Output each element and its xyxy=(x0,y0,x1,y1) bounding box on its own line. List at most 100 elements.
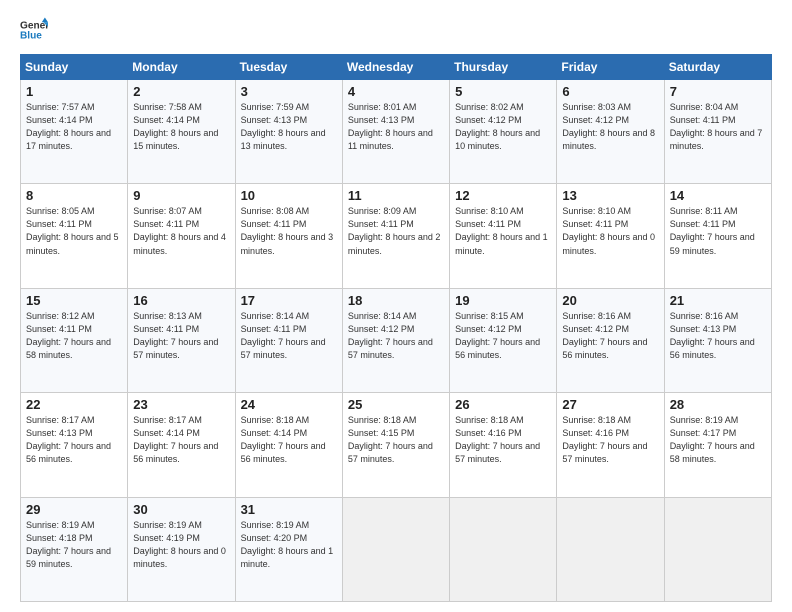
empty-cell xyxy=(450,497,557,601)
sunset-label: Sunset: 4:11 PM xyxy=(670,219,736,229)
sunrise-label: Sunrise: 8:02 AM xyxy=(455,102,524,112)
day-number: 22 xyxy=(26,397,122,412)
day-number: 31 xyxy=(241,502,337,517)
daylight-label: Daylight: 8 hours and 11 minutes. xyxy=(348,128,433,151)
day-number: 23 xyxy=(133,397,229,412)
sunset-label: Sunset: 4:11 PM xyxy=(26,324,92,334)
sunset-label: Sunset: 4:11 PM xyxy=(241,324,307,334)
col-header-friday: Friday xyxy=(557,55,664,80)
daylight-label: Daylight: 7 hours and 58 minutes. xyxy=(26,337,111,360)
day-cell-30: 30 Sunrise: 8:19 AM Sunset: 4:19 PM Dayl… xyxy=(128,497,235,601)
sunset-label: Sunset: 4:11 PM xyxy=(455,219,521,229)
sunset-label: Sunset: 4:16 PM xyxy=(455,428,522,438)
sunset-label: Sunset: 4:13 PM xyxy=(241,115,308,125)
day-info: Sunrise: 8:16 AM Sunset: 4:13 PM Dayligh… xyxy=(670,310,766,362)
daylight-label: Daylight: 7 hours and 58 minutes. xyxy=(670,441,755,464)
sunset-label: Sunset: 4:17 PM xyxy=(670,428,737,438)
sunrise-label: Sunrise: 8:05 AM xyxy=(26,206,95,216)
logo: General Blue xyxy=(20,16,48,44)
daylight-label: Daylight: 7 hours and 57 minutes. xyxy=(348,337,433,360)
sunset-label: Sunset: 4:11 PM xyxy=(133,219,199,229)
day-number: 1 xyxy=(26,84,122,99)
daylight-label: Daylight: 8 hours and 1 minute. xyxy=(241,546,334,569)
day-info: Sunrise: 8:18 AM Sunset: 4:16 PM Dayligh… xyxy=(562,414,658,466)
day-number: 6 xyxy=(562,84,658,99)
empty-cell xyxy=(557,497,664,601)
day-info: Sunrise: 8:07 AM Sunset: 4:11 PM Dayligh… xyxy=(133,205,229,257)
day-number: 21 xyxy=(670,293,766,308)
day-number: 30 xyxy=(133,502,229,517)
sunset-label: Sunset: 4:14 PM xyxy=(133,428,200,438)
sunset-label: Sunset: 4:13 PM xyxy=(670,324,737,334)
daylight-label: Daylight: 7 hours and 56 minutes. xyxy=(670,337,755,360)
sunset-label: Sunset: 4:11 PM xyxy=(348,219,414,229)
day-cell-10: 10 Sunrise: 8:08 AM Sunset: 4:11 PM Dayl… xyxy=(235,184,342,288)
day-cell-24: 24 Sunrise: 8:18 AM Sunset: 4:14 PM Dayl… xyxy=(235,393,342,497)
sunset-label: Sunset: 4:13 PM xyxy=(348,115,415,125)
day-info: Sunrise: 8:05 AM Sunset: 4:11 PM Dayligh… xyxy=(26,205,122,257)
daylight-label: Daylight: 8 hours and 4 minutes. xyxy=(133,232,226,255)
day-cell-5: 5 Sunrise: 8:02 AM Sunset: 4:12 PM Dayli… xyxy=(450,80,557,184)
sunrise-label: Sunrise: 8:04 AM xyxy=(670,102,739,112)
sunset-label: Sunset: 4:13 PM xyxy=(26,428,93,438)
day-number: 27 xyxy=(562,397,658,412)
sunrise-label: Sunrise: 8:01 AM xyxy=(348,102,417,112)
sunrise-label: Sunrise: 8:12 AM xyxy=(26,311,95,321)
sunrise-label: Sunrise: 8:18 AM xyxy=(455,415,524,425)
day-number: 14 xyxy=(670,188,766,203)
day-number: 25 xyxy=(348,397,444,412)
day-number: 13 xyxy=(562,188,658,203)
day-number: 9 xyxy=(133,188,229,203)
daylight-label: Daylight: 8 hours and 5 minutes. xyxy=(26,232,119,255)
day-cell-19: 19 Sunrise: 8:15 AM Sunset: 4:12 PM Dayl… xyxy=(450,288,557,392)
day-number: 5 xyxy=(455,84,551,99)
day-info: Sunrise: 8:12 AM Sunset: 4:11 PM Dayligh… xyxy=(26,310,122,362)
sunset-label: Sunset: 4:12 PM xyxy=(562,115,629,125)
sunset-label: Sunset: 4:12 PM xyxy=(455,115,522,125)
day-number: 24 xyxy=(241,397,337,412)
col-header-wednesday: Wednesday xyxy=(342,55,449,80)
sunrise-label: Sunrise: 7:59 AM xyxy=(241,102,310,112)
sunset-label: Sunset: 4:11 PM xyxy=(670,115,736,125)
day-number: 17 xyxy=(241,293,337,308)
day-cell-3: 3 Sunrise: 7:59 AM Sunset: 4:13 PM Dayli… xyxy=(235,80,342,184)
sunrise-label: Sunrise: 8:19 AM xyxy=(26,520,95,530)
day-info: Sunrise: 8:19 AM Sunset: 4:19 PM Dayligh… xyxy=(133,519,229,571)
sunset-label: Sunset: 4:12 PM xyxy=(562,324,629,334)
day-number: 19 xyxy=(455,293,551,308)
day-info: Sunrise: 8:17 AM Sunset: 4:14 PM Dayligh… xyxy=(133,414,229,466)
day-cell-31: 31 Sunrise: 8:19 AM Sunset: 4:20 PM Dayl… xyxy=(235,497,342,601)
day-info: Sunrise: 8:13 AM Sunset: 4:11 PM Dayligh… xyxy=(133,310,229,362)
sunrise-label: Sunrise: 8:15 AM xyxy=(455,311,524,321)
day-number: 4 xyxy=(348,84,444,99)
col-header-saturday: Saturday xyxy=(664,55,771,80)
daylight-label: Daylight: 7 hours and 59 minutes. xyxy=(26,546,111,569)
col-header-thursday: Thursday xyxy=(450,55,557,80)
day-cell-26: 26 Sunrise: 8:18 AM Sunset: 4:16 PM Dayl… xyxy=(450,393,557,497)
day-cell-7: 7 Sunrise: 8:04 AM Sunset: 4:11 PM Dayli… xyxy=(664,80,771,184)
day-info: Sunrise: 8:18 AM Sunset: 4:16 PM Dayligh… xyxy=(455,414,551,466)
daylight-label: Daylight: 8 hours and 3 minutes. xyxy=(241,232,334,255)
day-info: Sunrise: 8:15 AM Sunset: 4:12 PM Dayligh… xyxy=(455,310,551,362)
page-header: General Blue xyxy=(20,16,772,44)
day-number: 12 xyxy=(455,188,551,203)
sunrise-label: Sunrise: 8:10 AM xyxy=(455,206,524,216)
sunrise-label: Sunrise: 8:16 AM xyxy=(670,311,739,321)
sunrise-label: Sunrise: 8:17 AM xyxy=(26,415,95,425)
day-cell-14: 14 Sunrise: 8:11 AM Sunset: 4:11 PM Dayl… xyxy=(664,184,771,288)
day-number: 16 xyxy=(133,293,229,308)
sunset-label: Sunset: 4:11 PM xyxy=(562,219,628,229)
sunrise-label: Sunrise: 8:19 AM xyxy=(670,415,739,425)
calendar-table: SundayMondayTuesdayWednesdayThursdayFrid… xyxy=(20,54,772,602)
daylight-label: Daylight: 8 hours and 7 minutes. xyxy=(670,128,763,151)
day-cell-20: 20 Sunrise: 8:16 AM Sunset: 4:12 PM Dayl… xyxy=(557,288,664,392)
day-number: 15 xyxy=(26,293,122,308)
day-number: 7 xyxy=(670,84,766,99)
logo-icon: General Blue xyxy=(20,16,48,44)
day-info: Sunrise: 8:01 AM Sunset: 4:13 PM Dayligh… xyxy=(348,101,444,153)
day-cell-12: 12 Sunrise: 8:10 AM Sunset: 4:11 PM Dayl… xyxy=(450,184,557,288)
sunrise-label: Sunrise: 8:03 AM xyxy=(562,102,631,112)
day-info: Sunrise: 8:10 AM Sunset: 4:11 PM Dayligh… xyxy=(455,205,551,257)
daylight-label: Daylight: 8 hours and 2 minutes. xyxy=(348,232,441,255)
sunset-label: Sunset: 4:15 PM xyxy=(348,428,415,438)
